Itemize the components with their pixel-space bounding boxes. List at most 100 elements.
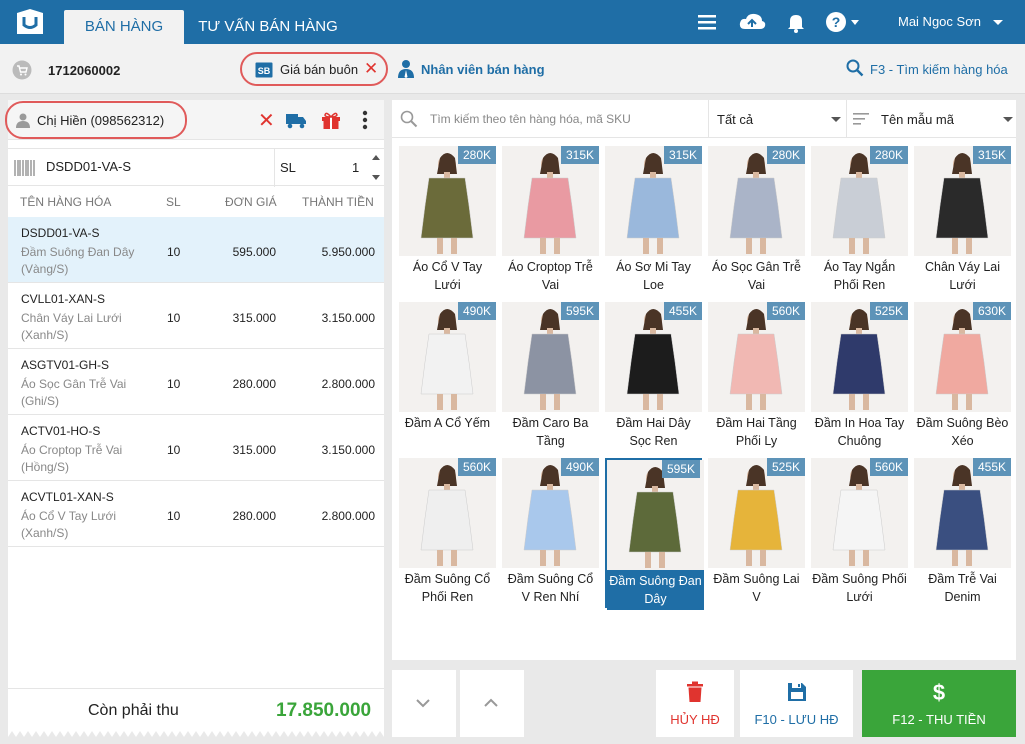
bell-icon[interactable]: [784, 10, 808, 34]
product-card[interactable]: 315K Áo Croptop Trễ Vai: [502, 146, 599, 296]
product-name: Đầm Suông Lai V: [713, 572, 800, 604]
row-unit-price[interactable]: 595.000: [226, 245, 276, 259]
remove-price-list-icon[interactable]: ✕: [364, 59, 378, 79]
product-search-shortcut[interactable]: F3 - Tìm kiếm hàng hóa: [870, 62, 1008, 77]
save-invoice-button[interactable]: F10 - LƯU HĐ: [740, 670, 853, 737]
row-product-name: Áo Sọc Gân Trễ Vai (Ghi/S): [21, 377, 127, 408]
chevron-down-icon: [1003, 117, 1013, 122]
scroll-down-button[interactable]: [392, 670, 456, 737]
category-filter-dropdown[interactable]: Tất cả: [708, 100, 846, 138]
product-card[interactable]: 315K Áo Sơ Mi Tay Loe: [605, 146, 702, 296]
row-sku: ACVTL01-XAN-S: [21, 490, 114, 504]
row-unit-price[interactable]: 315.000: [226, 311, 276, 325]
table-row[interactable]: ASGTV01-GH-S Áo Sọc Gân Trễ Vai (Ghi/S) …: [8, 349, 384, 415]
product-card[interactable]: 280K Áo Cổ V Tay Lưới: [399, 146, 496, 296]
cloud-sync-icon[interactable]: [738, 10, 766, 34]
gift-icon[interactable]: [321, 110, 341, 130]
sales-staff-button[interactable]: Nhân viên bán hàng: [421, 62, 545, 77]
cart-icon: [12, 60, 32, 80]
delivery-truck-icon[interactable]: [286, 111, 306, 129]
quantity-input[interactable]: 1: [352, 160, 359, 175]
product-price-badge: 315K: [973, 146, 1011, 164]
row-unit-price[interactable]: 280.000: [226, 509, 276, 523]
price-list-label: Giá bán buôn: [280, 62, 359, 77]
product-price-badge: 490K: [561, 458, 599, 476]
product-card[interactable]: 595K Đầm Suông Đan Dây: [605, 458, 704, 610]
table-row[interactable]: ACTV01-HO-S Áo Croptop Trễ Vai (Hồng/S) …: [8, 415, 384, 481]
product-name: Đầm Suông Đan Dây: [607, 570, 704, 610]
product-card[interactable]: 280K Áo Tay Ngắn Phối Ren: [811, 146, 908, 296]
search-icon: [400, 110, 418, 128]
product-card[interactable]: 455K Đầm Trễ Vai Denim: [914, 458, 1011, 608]
catalog-search-row: Tìm kiếm theo tên hàng hóa, mã SKU Tất c…: [392, 100, 1016, 138]
cart-panel: Chị Hiền (098562312) ✕ DSDD01-VA-S SL 1 …: [5, 100, 384, 737]
product-card[interactable]: 280K Áo Sọc Gân Trễ Vai: [708, 146, 805, 296]
sort-dropdown[interactable]: Tên mẫu mã: [846, 100, 1016, 138]
product-card[interactable]: 490K Đầm Suông Cổ V Ren Nhí: [502, 458, 599, 608]
catalog-search-input[interactable]: Tìm kiếm theo tên hàng hóa, mã SKU: [430, 112, 631, 126]
product-name: Áo Sơ Mi Tay Loe: [616, 260, 691, 292]
column-header-total: THÀNH TIỀN: [302, 195, 374, 209]
help-caret-icon[interactable]: [851, 20, 859, 25]
user-name[interactable]: Mai Ngoc Sơn: [898, 14, 981, 29]
cancel-invoice-label: HỦY HĐ: [670, 712, 720, 727]
product-card[interactable]: 560K Đầm Suông Cổ Phối Ren: [399, 458, 496, 608]
product-card[interactable]: 525K Đầm In Hoa Tay Chuông: [811, 302, 908, 452]
product-card[interactable]: 560K Đầm Hai Tầng Phối Ly: [708, 302, 805, 452]
table-row[interactable]: DSDD01-VA-S Đầm Suông Đan Dây (Vàng/S) 1…: [8, 217, 384, 283]
search-icon[interactable]: [846, 59, 864, 77]
order-header: 1712060002 SB Giá bán buôn ✕ Nhân viên b…: [0, 44, 1025, 94]
product-card[interactable]: 455K Đầm Hai Dây Sọc Ren: [605, 302, 702, 452]
svg-text:?: ?: [832, 14, 841, 30]
product-name: Áo Sọc Gân Trễ Vai: [712, 260, 801, 292]
row-total: 3.150.000: [321, 311, 375, 325]
product-card[interactable]: 630K Đầm Suông Bèo Xéo: [914, 302, 1011, 452]
scroll-up-button[interactable]: [460, 670, 524, 737]
row-qty[interactable]: 10: [167, 443, 180, 457]
product-price-badge: 560K: [767, 302, 805, 320]
pay-button[interactable]: $ F12 - THU TIỀN: [862, 670, 1016, 737]
quantity-increment-icon[interactable]: [372, 155, 380, 160]
row-qty[interactable]: 10: [167, 311, 180, 325]
product-price-badge: 490K: [458, 302, 496, 320]
product-name: Áo Croptop Trễ Vai: [508, 260, 593, 292]
product-price-badge: 595K: [662, 460, 700, 478]
customer-name: Chị Hiền (098562312): [37, 113, 165, 128]
row-sku: CVLL01-XAN-S: [21, 292, 106, 306]
more-options-icon[interactable]: [358, 109, 372, 131]
user-menu-caret-icon[interactable]: [993, 20, 1003, 25]
column-header-qty: SL: [166, 195, 181, 209]
svg-text:SB: SB: [258, 66, 271, 76]
table-row[interactable]: ACVTL01-XAN-S Áo Cổ V Tay Lưới (Xanh/S) …: [8, 481, 384, 547]
tab-ban-hang[interactable]: BÁN HÀNG: [64, 10, 184, 44]
product-card[interactable]: 595K Đầm Caro Ba Tầng: [502, 302, 599, 452]
product-card[interactable]: 490K Đầm A Cổ Yếm: [399, 302, 496, 452]
customer-chip[interactable]: Chị Hiền (098562312): [5, 101, 187, 139]
cancel-invoice-button[interactable]: HỦY HĐ: [656, 670, 734, 737]
row-qty[interactable]: 10: [167, 377, 180, 391]
receipt-edge: [8, 731, 384, 737]
help-icon[interactable]: ?: [824, 10, 848, 34]
tab-tu-van-ban-hang[interactable]: TƯ VẤN BÁN HÀNG: [192, 10, 344, 44]
quantity-decrement-icon[interactable]: [372, 175, 380, 180]
row-unit-price[interactable]: 315.000: [226, 443, 276, 457]
sku-input[interactable]: DSDD01-VA-S: [46, 159, 131, 174]
table-row[interactable]: CVLL01-XAN-S Chân Váy Lai Lưới (Xanh/S) …: [8, 283, 384, 349]
row-unit-price[interactable]: 280.000: [226, 377, 276, 391]
menu-icon[interactable]: [695, 10, 719, 34]
row-qty[interactable]: 10: [167, 509, 180, 523]
product-card[interactable]: 560K Đầm Suông Phối Lưới: [811, 458, 908, 608]
barcode-icon[interactable]: [14, 159, 36, 177]
price-list-chip[interactable]: SB Giá bán buôn ✕: [240, 52, 388, 86]
product-card[interactable]: 315K Chân Váy Lai Lưới: [914, 146, 1011, 296]
floppy-disk-icon: [787, 683, 806, 701]
remove-customer-icon[interactable]: ✕: [258, 108, 275, 133]
row-total: 2.800.000: [321, 377, 375, 391]
row-product-name: Áo Croptop Trễ Vai (Hồng/S): [21, 443, 123, 474]
product-card[interactable]: 525K Đầm Suông Lai V: [708, 458, 805, 608]
product-price-badge: 280K: [870, 146, 908, 164]
sku-entry-row: DSDD01-VA-S SL 1: [8, 148, 384, 187]
row-qty[interactable]: 10: [167, 245, 180, 259]
row-total: 5.950.000: [321, 245, 375, 259]
product-name: Đầm Suông Bèo Xéo: [916, 416, 1009, 448]
